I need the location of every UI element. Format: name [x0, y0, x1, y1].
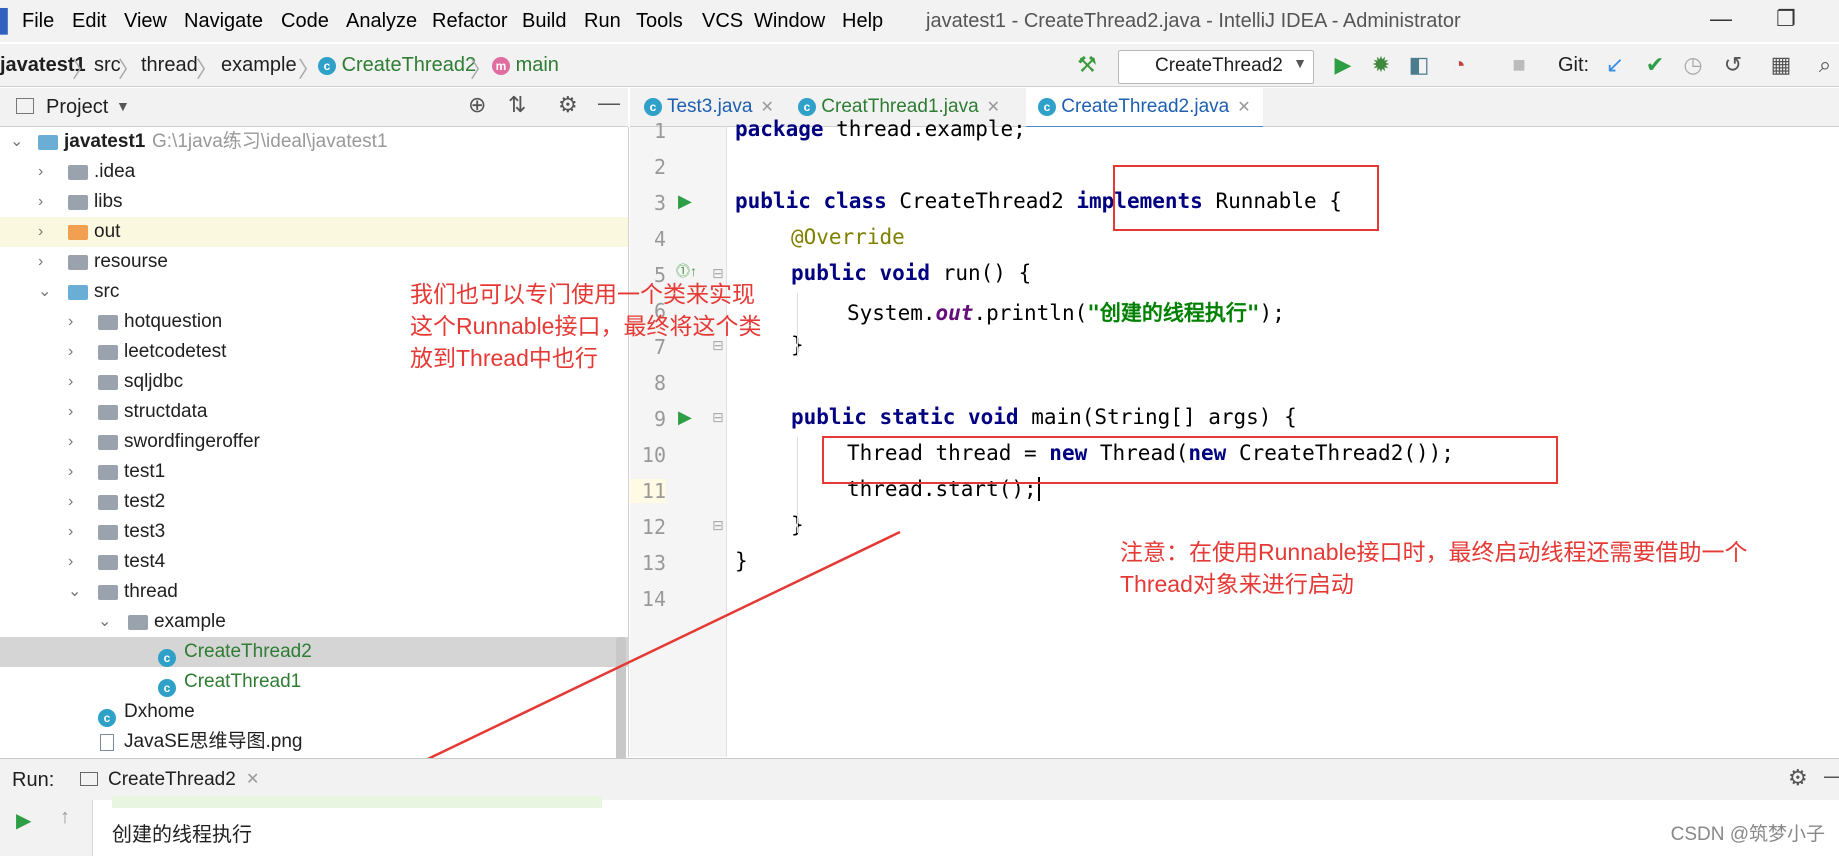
run-panel-label: Run:	[12, 769, 55, 791]
close-icon[interactable]: ✕	[246, 759, 259, 801]
scroll-up-icon[interactable]: ↑	[60, 806, 70, 829]
watermark: CSDN @筑梦小子	[1670, 824, 1825, 845]
run-console[interactable]: 创建的线程执行	[0, 796, 1839, 856]
console-icon	[80, 772, 98, 786]
gear-icon[interactable]: ⚙	[1788, 765, 1808, 791]
run-panel-header: Run: CreateThread2 ✕ ⚙ —	[0, 758, 1839, 801]
console-output: 创建的线程执行	[112, 824, 252, 846]
run-tab-label: CreateThread2	[108, 769, 236, 790]
rerun-icon[interactable]: ▶	[16, 808, 31, 833]
run-toolbar: ▶ ↑	[0, 800, 93, 856]
hide-panel-icon[interactable]: —	[1824, 763, 1839, 789]
console-command-line	[112, 796, 602, 808]
annotation-arrow	[318, 530, 901, 812]
